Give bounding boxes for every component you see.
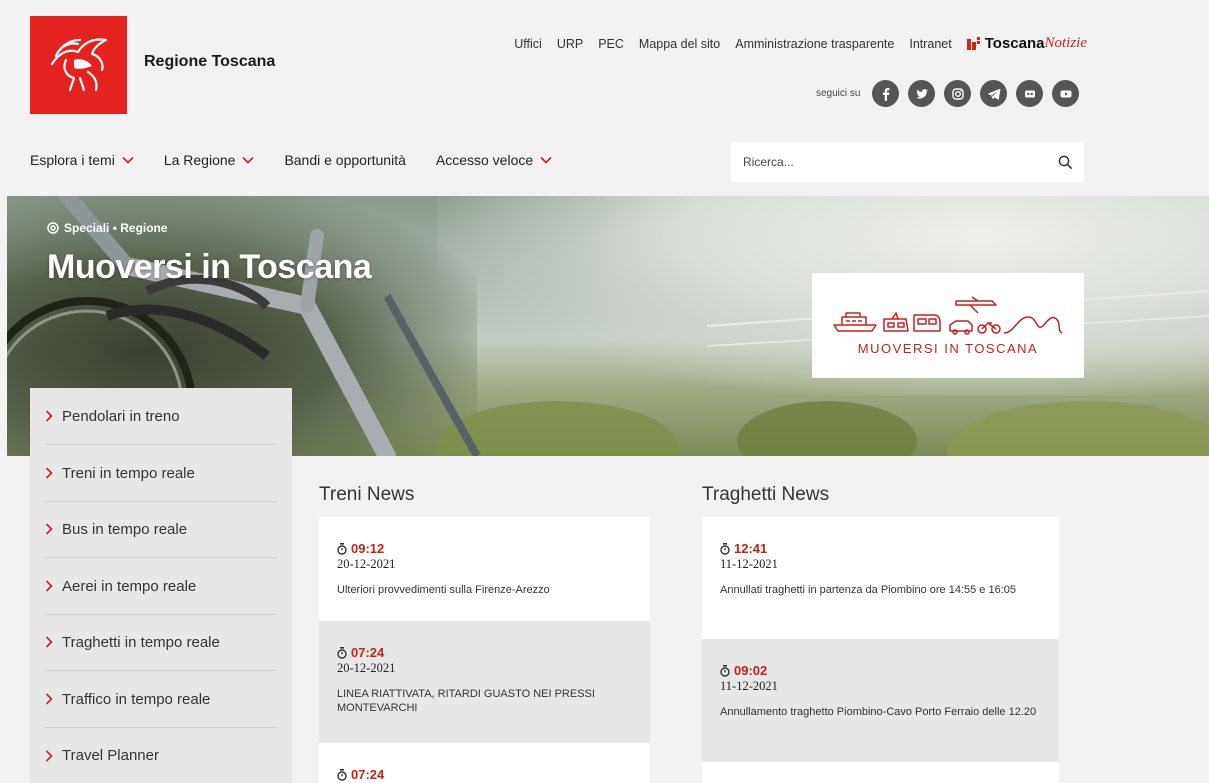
nav-label: Bandi e opportunità (284, 152, 406, 168)
toscana-notizie-bold: Toscana (984, 35, 1045, 52)
side-item-label: Travel Planner (62, 747, 159, 764)
news-text: Ulteriori provvedimenti sulla Firenze-Ar… (337, 584, 550, 596)
breadcrumb-text[interactable]: Speciali • Regione (64, 221, 168, 235)
traghetti-news-item[interactable]: 12:41 11-12-2021 Annullati traghetti in … (702, 517, 1059, 639)
news-date: 11-12-2021 (720, 557, 778, 571)
news-date: 11-12-2021 (720, 679, 778, 693)
toscana-notizie-italic: Notizie (1044, 35, 1087, 51)
nav-esplora-i-temi[interactable]: Esplora i temi (30, 152, 134, 168)
side-item-bus-in-tempo-reale[interactable]: Bus in tempo reale (45, 501, 277, 558)
news-time-value: 09:02 (734, 663, 768, 678)
social-label: seguici su (816, 88, 861, 99)
flickr-icon[interactable] (1016, 80, 1044, 107)
chevron-right-icon (45, 636, 53, 648)
instagram-icon[interactable] (944, 80, 972, 107)
news-time: 09:02 (720, 663, 1041, 678)
side-item-label: Bus in tempo reale (62, 520, 188, 538)
chevron-right-icon (45, 749, 53, 762)
news-time-value: 12:41 (734, 541, 768, 556)
chevron-right-icon (45, 410, 53, 422)
link-amministrazione-trasparente[interactable]: Amministrazione trasparente (735, 37, 894, 51)
side-item-label: Aerei in tempo reale (62, 577, 197, 595)
news-date: 20-12-2021 (337, 661, 396, 675)
facebook-icon[interactable] (872, 80, 900, 107)
treni-news-item[interactable]: 07:24 (319, 743, 650, 783)
muoversi-in-toscana-logo: MUOVERSI IN TOSCANA (812, 273, 1084, 378)
treni-news-item[interactable]: 09:12 20-12-2021 Ulteriori provvedimenti… (319, 517, 650, 621)
news-time: 09:12 (337, 541, 632, 556)
side-item-label: Traghetti in tempo reale (62, 633, 220, 651)
traghetti-news-item[interactable]: 09:02 11-12-2021 Annullamento traghetto … (702, 639, 1059, 762)
news-text: Annullati traghetti in partenza da Piomb… (720, 584, 1016, 596)
twitter-icon[interactable] (908, 80, 936, 107)
news-time: 12:41 (720, 541, 1041, 556)
search-box (731, 142, 1084, 182)
chevron-right-icon (45, 693, 53, 705)
news-text: Annullamento traghetto Piombino-Cavo Por… (720, 706, 1037, 718)
social-bar: seguici su (816, 80, 1088, 107)
side-item-label: Pendolari in treno (62, 407, 180, 425)
nav-label: Accesso veloce (435, 152, 534, 168)
hero-breadcrumb: Speciali • Regione (47, 221, 168, 235)
side-item-traghetti-in-tempo-reale[interactable]: Traghetti in tempo reale (45, 614, 277, 671)
side-item-traffico-in-tempo-reale[interactable]: Traffico in tempo reale (45, 671, 277, 728)
chevron-right-icon (45, 580, 53, 592)
site-name[interactable]: Regione Toscana (144, 53, 275, 71)
chevron-down-icon (122, 156, 134, 164)
toscana-notizie-link[interactable]: Toscana Notizie (966, 35, 1087, 52)
pegasus-icon (50, 38, 107, 92)
traghetti-news-item[interactable] (702, 762, 1059, 783)
transport-logo-icon (833, 296, 1063, 335)
side-item-pendolari-in-treno[interactable]: Pendolari in treno (45, 388, 277, 445)
chevron-down-icon (540, 156, 552, 164)
stopwatch-icon (720, 542, 730, 555)
nav-label: Esplora i temi (30, 152, 115, 168)
target-icon (47, 222, 59, 234)
side-item-treni-in-tempo-reale[interactable]: Treni in tempo reale (45, 445, 277, 502)
youtube-icon[interactable] (1052, 80, 1080, 107)
news-time-value: 07:24 (351, 645, 385, 660)
link-uffici[interactable]: Uffici (514, 37, 542, 51)
badge-text: MUOVERSI IN TOSCANA (857, 341, 1039, 356)
search-input[interactable] (743, 155, 1058, 169)
stopwatch-icon (337, 768, 347, 781)
link-intranet[interactable]: Intranet (909, 37, 951, 51)
treni-news-title: Treni News (319, 484, 415, 505)
nav-la-regione[interactable]: La Regione (164, 152, 255, 168)
news-time: 07:24 (337, 767, 632, 782)
side-item-label: Traffico in tempo reale (62, 690, 211, 708)
stopwatch-icon (337, 646, 347, 659)
nav-accesso-veloce[interactable]: Accesso veloce (436, 152, 552, 168)
nav-bandi-e-opportunita[interactable]: Bandi e opportunità (284, 152, 405, 168)
news-time-value: 07:24 (351, 767, 385, 782)
toscana-notizie-icon (966, 37, 980, 50)
news-text: LINEA RIATTIVATA, RITARDI GUASTO NEI PRE… (337, 688, 595, 714)
stopwatch-icon (337, 542, 347, 555)
traghetti-news-title: Traghetti News (702, 484, 830, 505)
link-urp[interactable]: URP (557, 37, 583, 51)
telegram-icon[interactable] (980, 80, 1008, 107)
site-header: Regione Toscana Uffici URP PEC Mappa del… (0, 0, 1209, 196)
side-item-label: Treni in tempo reale (62, 464, 195, 482)
stopwatch-icon (720, 664, 730, 677)
side-item-travel-planner[interactable]: Travel Planner (45, 727, 277, 783)
link-pec[interactable]: PEC (598, 37, 624, 51)
chevron-right-icon (45, 467, 53, 479)
link-mappa-del-sito[interactable]: Mappa del sito (639, 37, 720, 51)
news-date: 20-12-2021 (337, 557, 396, 571)
main-nav: Esplora i temi La Regione Bandi e opport… (30, 152, 582, 168)
page-title: Muoversi in Toscana (47, 248, 372, 286)
chevron-right-icon (45, 523, 53, 535)
utility-links: Uffici URP PEC Mappa del sito Amministra… (514, 35, 1087, 52)
chevron-down-icon (242, 156, 255, 164)
regione-toscana-logo[interactable] (30, 16, 127, 114)
news-time-value: 09:12 (351, 541, 385, 556)
side-menu: Pendolari in treno Treni in tempo reale … (30, 388, 292, 783)
side-item-aerei-in-tempo-reale[interactable]: Aerei in tempo reale (45, 558, 277, 615)
news-time: 07:24 (337, 645, 632, 660)
search-icon[interactable] (1058, 155, 1072, 169)
treni-news-item[interactable]: 07:24 20-12-2021 LINEA RIATTIVATA, RITAR… (319, 621, 650, 743)
nav-label: La Regione (163, 152, 236, 168)
